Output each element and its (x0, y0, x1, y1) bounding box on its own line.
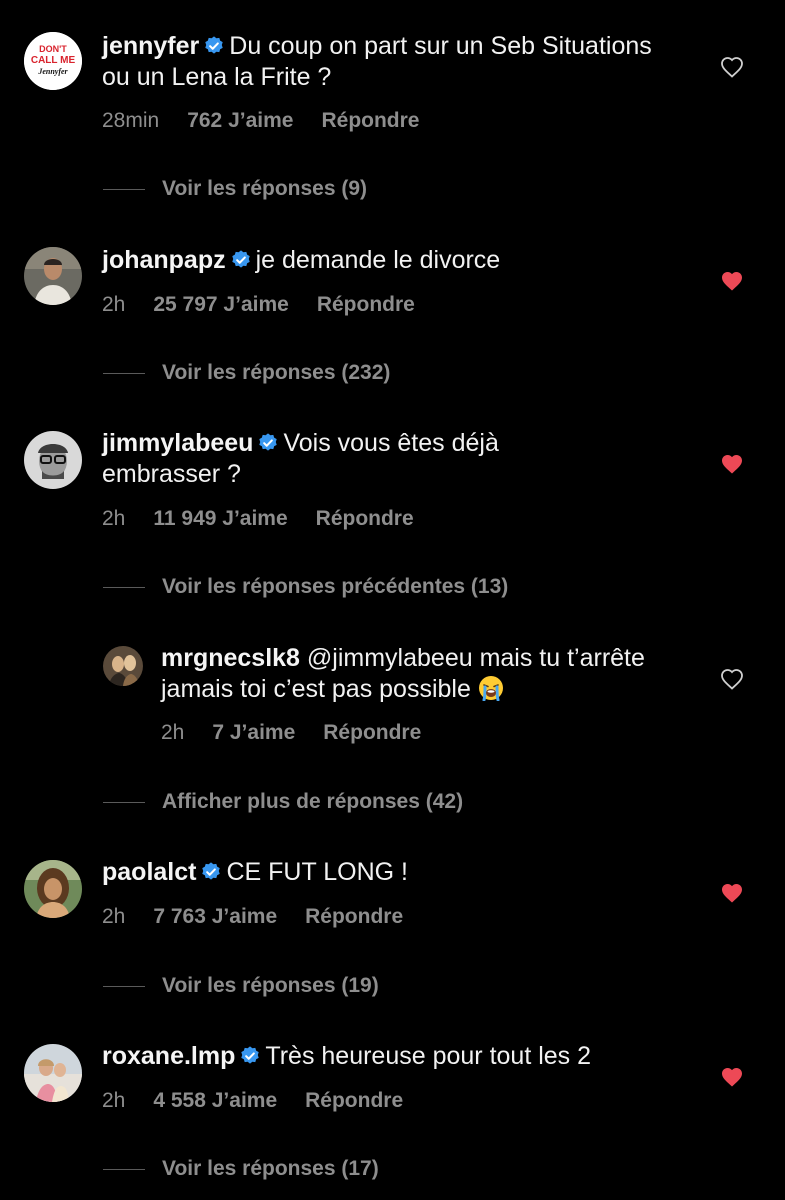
username[interactable]: paolalct (102, 858, 196, 886)
avatar[interactable] (103, 646, 143, 686)
reply-meta: 2h 7 J’aime Répondre (161, 721, 421, 745)
likes-count[interactable]: 7 J’aime (212, 721, 295, 744)
comment-text-block: roxane.lmp Très heureuse pour tout les 2 (102, 1041, 682, 1072)
verified-badge-icon (257, 432, 279, 454)
view-replies-label: Voir les réponses précédentes (13) (162, 575, 509, 598)
username[interactable]: johanpapz (102, 246, 226, 274)
reply-button[interactable]: Répondre (305, 1089, 403, 1112)
view-replies-button[interactable]: Voir les réponses (17) (103, 1157, 379, 1181)
reply-button[interactable]: Répondre (321, 109, 419, 132)
heart-filled-icon[interactable] (720, 882, 744, 904)
svg-text:CALL ME: CALL ME (31, 55, 76, 66)
view-replies-button[interactable]: Voir les réponses (19) (103, 974, 379, 998)
loudly-crying-face-icon (478, 675, 504, 701)
username[interactable]: roxane.lmp (102, 1042, 235, 1070)
timestamp: 2h (102, 1089, 126, 1112)
reply-button[interactable]: Répondre (305, 905, 403, 928)
heart-filled-icon[interactable] (720, 1066, 744, 1088)
avatar[interactable] (24, 431, 82, 489)
comment-meta: 2h 7 763 J’aime Répondre (102, 905, 403, 929)
verified-badge-icon (230, 249, 252, 271)
avatar[interactable]: DON'T CALL ME Jennyfer (24, 32, 82, 90)
reply-button[interactable]: Répondre (316, 507, 414, 530)
timestamp: 2h (102, 293, 126, 316)
view-replies-label: Voir les réponses (9) (162, 177, 368, 200)
comment-meta: 2h 25 797 J’aime Répondre (102, 293, 415, 317)
username[interactable]: jimmylabeeu (102, 429, 253, 457)
username[interactable]: mrgnecslk8 (161, 644, 300, 672)
likes-count[interactable]: 11 949 J’aime (153, 507, 287, 530)
comment-text-block: jennyfer Du coup on part sur un Seb Situa… (102, 31, 682, 93)
avatar[interactable] (24, 1044, 82, 1102)
divider-line (103, 1168, 145, 1170)
likes-count[interactable]: 7 763 J’aime (153, 905, 277, 928)
show-more-replies-button[interactable]: Afficher plus de réponses (42) (103, 790, 463, 814)
divider-line (103, 372, 145, 374)
likes-count[interactable]: 4 558 J’aime (153, 1089, 277, 1112)
heart-outline-icon[interactable] (720, 668, 744, 690)
svg-text:Jennyfer: Jennyfer (37, 67, 68, 76)
comment-meta: 28min 762 J’aime Répondre (102, 109, 419, 133)
reply-button[interactable]: Répondre (317, 293, 415, 316)
view-replies-label: Voir les réponses (17) (162, 1157, 379, 1180)
comment-text: CE FUT LONG ! (226, 858, 408, 886)
avatar[interactable] (24, 860, 82, 918)
divider-line (103, 188, 145, 190)
divider-line (103, 801, 145, 803)
svg-text:DON'T: DON'T (39, 44, 67, 54)
comment-text-block: johanpapz je demande le divorce (102, 245, 682, 276)
timestamp: 2h (102, 905, 126, 928)
likes-count[interactable]: 25 797 J’aime (153, 293, 288, 316)
comment-text-block: jimmylabeeu Vois vous êtes déjà embrasser… (102, 428, 572, 490)
heart-filled-icon[interactable] (720, 453, 744, 475)
timestamp: 28min (102, 109, 160, 132)
timestamp: 2h (102, 507, 126, 530)
reply-button[interactable]: Répondre (323, 721, 421, 744)
view-replies-button[interactable]: Voir les réponses (232) (103, 361, 390, 385)
comment-text-block: paolalct CE FUT LONG ! (102, 857, 682, 888)
comment-text: Très heureuse pour tout les 2 (265, 1042, 592, 1070)
comment-text: je demande le divorce (255, 246, 501, 274)
timestamp: 2h (161, 721, 185, 744)
view-replies-label: Voir les réponses (19) (162, 974, 379, 997)
likes-count[interactable]: 762 J’aime (187, 109, 293, 132)
view-replies-label: Voir les réponses (232) (162, 361, 391, 384)
comment-meta: 2h 4 558 J’aime Répondre (102, 1089, 403, 1113)
verified-badge-icon (239, 1045, 261, 1067)
verified-badge-icon (200, 861, 222, 883)
view-previous-replies-button[interactable]: Voir les réponses précédentes (13) (103, 575, 508, 599)
reply-text-block: mrgnecslk8 @jimmylabeeu mais tu t’arrête… (161, 643, 681, 705)
divider-line (103, 586, 145, 588)
divider-line (103, 985, 145, 987)
comment-meta: 2h 11 949 J’aime Répondre (102, 507, 414, 531)
avatar[interactable] (24, 247, 82, 305)
username[interactable]: jennyfer (102, 32, 199, 60)
heart-filled-icon[interactable] (720, 270, 744, 292)
verified-badge-icon (203, 35, 225, 57)
view-replies-button[interactable]: Voir les réponses (9) (103, 177, 367, 201)
heart-outline-icon[interactable] (720, 56, 744, 78)
show-more-replies-label: Afficher plus de réponses (42) (162, 790, 464, 813)
